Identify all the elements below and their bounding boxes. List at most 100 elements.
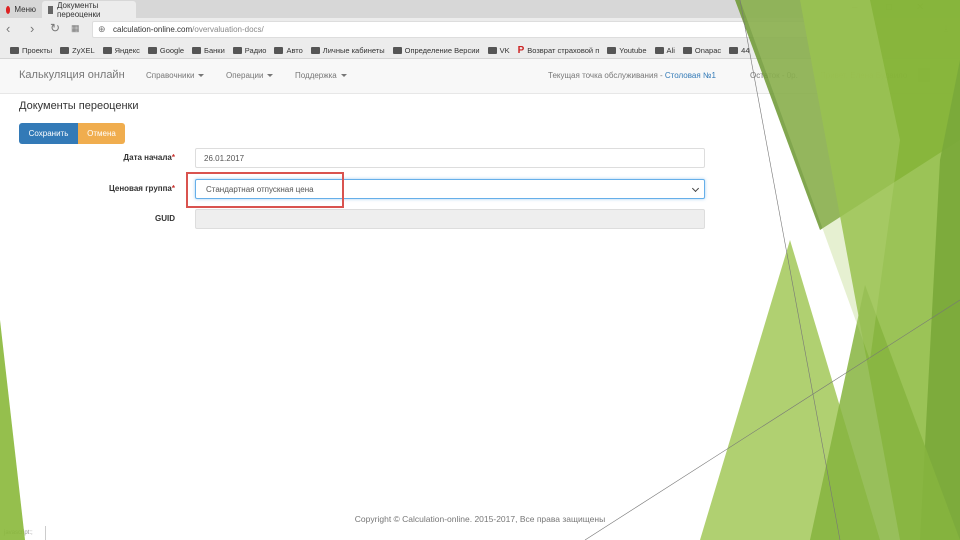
bookmark-label: Возврат страховой п: [527, 45, 600, 55]
folder-icon: [487, 46, 497, 54]
guid-label: GUID: [155, 214, 175, 223]
opera-menu-tab[interactable]: Меню: [0, 1, 42, 18]
nav-operations[interactable]: Операции: [226, 71, 274, 80]
forward-icon[interactable]: ›: [30, 21, 34, 36]
bookmark-ali[interactable]: Ali: [654, 45, 675, 55]
highlight-box: [186, 172, 344, 208]
folder-icon: [192, 46, 202, 54]
active-tab-label: Документы переоценки: [57, 0, 101, 19]
folder-icon: [60, 46, 70, 54]
bookmark-auto[interactable]: Авто: [274, 45, 303, 55]
user-avatar[interactable]: [918, 68, 930, 82]
bookmark-radio[interactable]: Радио: [232, 45, 267, 55]
bookmark-label: Onapac: [694, 45, 722, 55]
opera-menu-label: Меню: [14, 5, 36, 14]
minimize-icon[interactable]: –: [852, 2, 858, 13]
nav-references-label: Справочники: [146, 71, 195, 80]
bookmark-label: ZyXEL: [72, 45, 95, 55]
bookmark-youtube[interactable]: Youtube: [607, 45, 647, 55]
nav-operations-label: Операции: [226, 71, 264, 80]
bookmark-google[interactable]: Google: [147, 45, 185, 55]
bookmark-label: Youtube: [619, 45, 647, 55]
folder-icon: [729, 46, 739, 54]
bookmark-projects[interactable]: Проекты: [10, 46, 52, 55]
start-date-label: Дата начала*: [0, 153, 175, 162]
bookmark-label: Авто: [286, 45, 303, 55]
bookmark-label: 44: [741, 45, 750, 55]
browser-tab-bar: Меню Документы переоценки – □ ✕: [0, 0, 960, 19]
bookmark-label: Проекты: [22, 45, 53, 55]
url-text: calculation-online.com/overvaluation-doc…: [113, 25, 264, 34]
cancel-button[interactable]: Отмена: [78, 123, 125, 144]
folder-icon: [607, 46, 617, 54]
document-icon: [48, 5, 54, 14]
maximize-icon[interactable]: □: [886, 2, 892, 13]
url-domain: calculation-online.com: [113, 25, 193, 34]
folder-icon: [310, 46, 320, 54]
status-bar: javascript:;: [0, 526, 46, 540]
start-date-input[interactable]: 26.01.2017: [195, 148, 705, 168]
start-date-value: 26.01.2017: [204, 153, 245, 163]
bookmark-label: Радио: [244, 45, 267, 55]
bookmark-insurance[interactable]: P Возврат страховой п: [518, 45, 600, 56]
caret-down-icon: [267, 74, 274, 78]
footer-copyright: Copyright © Calculation-online. 2015-201…: [354, 514, 606, 524]
guid-input: [195, 209, 705, 229]
heart-icon[interactable]: ♡: [870, 23, 879, 34]
bookmark-onapac[interactable]: Onapac: [682, 45, 722, 55]
app-navbar: Калькуляция онлайн Справочники Операции …: [0, 59, 960, 94]
folder-icon: [102, 46, 112, 54]
bookmark-label: Определение Версии: [404, 45, 480, 55]
start-date-label-text: Дата начала: [123, 153, 172, 162]
folder-icon: [682, 46, 692, 54]
price-group-label-text: Ценовая группа: [108, 184, 172, 193]
deco-triangle: [810, 285, 960, 540]
service-point: Текущая точка обслуживания - Столовая №1: [548, 71, 716, 80]
bookmark-yandex[interactable]: Яндекс: [102, 45, 140, 55]
back-icon[interactable]: ‹: [6, 21, 10, 36]
bookmarks-bar: Проекты ZyXEL Яндекс Google Банки Радио …: [0, 42, 960, 59]
site-info-icon[interactable]: ⊕: [98, 24, 106, 35]
active-tab[interactable]: Документы переоценки: [42, 0, 136, 19]
caret-down-icon: [198, 74, 205, 78]
folder-icon: [654, 46, 664, 54]
save-button[interactable]: Сохранить: [19, 123, 78, 144]
bookmark-label: Банки: [204, 45, 225, 55]
deco-triangle: [920, 60, 960, 540]
url-field[interactable]: ⊕ calculation-online.com/overvaluation-d…: [92, 21, 862, 38]
bookmark-banks[interactable]: Банки: [192, 46, 225, 55]
bookmark-label: Яндекс: [114, 45, 140, 55]
close-icon[interactable]: ✕: [916, 2, 924, 13]
service-point-label: Текущая точка обслуживания -: [548, 71, 663, 80]
nav-support[interactable]: Поддержка: [295, 71, 347, 80]
service-point-link[interactable]: Столовая №1: [665, 71, 716, 80]
nav-support-label: Поддержка: [295, 71, 337, 80]
bookmark-44[interactable]: 44: [729, 45, 750, 55]
bookmark-label: Google: [159, 45, 185, 55]
bookmark-cabinets[interactable]: Личные кабинеты: [310, 46, 385, 55]
speed-dial-icon[interactable]: ▦: [71, 23, 80, 34]
download-icon[interactable]: ⤓: [944, 23, 948, 34]
nav-references[interactable]: Справочники: [146, 71, 205, 80]
app-brand[interactable]: Калькуляция онлайн: [19, 69, 125, 81]
address-bar: ‹ › ↻ ▦ ⊕ calculation-online.com/overval…: [0, 18, 960, 42]
bookmark-version[interactable]: Определение Версии: [392, 45, 480, 55]
bookmark-zyxel[interactable]: ZyXEL: [60, 46, 95, 55]
p-logo-icon: P: [517, 44, 525, 56]
folder-icon: [10, 46, 19, 54]
user-greeting[interactable]: Привет, Елена Будаило: [820, 71, 907, 80]
price-group-label: Ценовая группа*: [0, 184, 175, 193]
bookmark-label: VK: [499, 45, 510, 55]
bookmark-vk[interactable]: VK: [487, 45, 510, 55]
page-title: Документы переоценки: [19, 100, 139, 112]
folder-icon: [274, 46, 284, 54]
balance-text: Остаток - 0р.: [750, 71, 798, 80]
folder-icon: [232, 46, 242, 54]
bookmark-label: Ali: [666, 45, 675, 55]
site-icon: [392, 46, 402, 54]
required-mark: *: [171, 184, 175, 193]
url-path: /overvaluation-docs/: [192, 25, 264, 34]
chevron-down-icon: [691, 184, 700, 193]
caret-down-icon: [340, 74, 347, 78]
reload-icon[interactable]: ↻: [50, 21, 60, 35]
